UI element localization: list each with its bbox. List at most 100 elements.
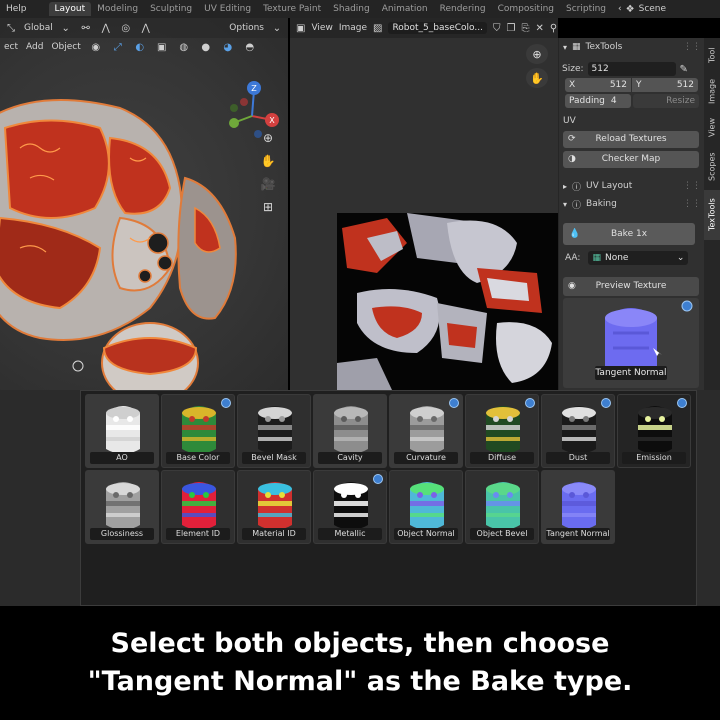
drag-handle-icon[interactable]: ⋮⋮ [683, 181, 705, 191]
addon-badge-icon [601, 398, 611, 408]
snap-icon[interactable]: ⋀ [99, 21, 113, 35]
tab-view[interactable]: View [704, 112, 720, 144]
image-name-field[interactable]: Robot_5_baseColo... [388, 22, 487, 34]
gizmo-icon[interactable]: ⤢ [111, 40, 125, 54]
pin-icon[interactable]: ⚲ [550, 21, 557, 35]
svg-text:Z: Z [251, 84, 257, 93]
padding-field[interactable]: Padding 4 [565, 94, 631, 108]
tab-image[interactable]: Image [704, 72, 720, 110]
bake-mode-emission[interactable]: Emission [617, 394, 691, 468]
reload-textures-button[interactable]: ⟳ Reload Textures [563, 130, 699, 148]
menu-view[interactable]: View [311, 23, 332, 33]
menu-object[interactable]: Object [51, 42, 80, 52]
checker-map-button[interactable]: ◑ Checker Map [563, 150, 699, 168]
tab-compositing[interactable]: Compositing [492, 2, 560, 16]
pan-hand-icon[interactable]: ✋ [526, 68, 548, 88]
y-field[interactable]: Y 512 [632, 78, 698, 92]
shading-solid-icon[interactable]: ● [199, 40, 213, 54]
chevron-down-icon: ▾ [563, 42, 568, 52]
bake-mode-tangent-normal[interactable]: Tangent Normal [541, 470, 615, 544]
tab-textools[interactable]: TexTools [704, 190, 720, 240]
tab-modeling[interactable]: Modeling [91, 2, 144, 16]
image-editor[interactable]: ▣ View Image ▨ Robot_5_baseColo... ⛉ ❐ ⎘… [290, 18, 558, 390]
shading-render-icon[interactable]: ◓ [243, 40, 257, 54]
bake-mode-label: Emission [622, 452, 686, 464]
menu-select[interactable]: ect [4, 42, 18, 52]
close-icon[interactable]: ✕ [535, 21, 543, 35]
zoom-icon[interactable]: ⊕ [258, 128, 278, 148]
tab-layout[interactable]: Layout [48, 2, 92, 16]
bake-mode-metallic[interactable]: Metallic [313, 470, 387, 544]
uv-section-header: UV [559, 114, 705, 128]
tab-uv-editing[interactable]: UV Editing [198, 2, 257, 16]
tab-scripting[interactable]: Scripting [560, 2, 612, 16]
y-label: Y [636, 80, 642, 90]
bake-mode-label: Diffuse [470, 452, 534, 464]
bake-mode-base-color[interactable]: Base Color [161, 394, 235, 468]
resize-button[interactable]: Resize [633, 94, 699, 108]
new-image-icon[interactable]: ⎘ [521, 21, 529, 35]
x-label: X [569, 80, 576, 90]
tab-texture-paint[interactable]: Texture Paint [257, 2, 327, 16]
bake-mode-label: Material ID [242, 528, 306, 540]
tab-animation[interactable]: Animation [376, 2, 434, 16]
visibility-icon[interactable]: ◉ [89, 40, 103, 54]
tab-sculpting[interactable]: Sculpting [144, 2, 198, 16]
size-row: Size: 512 ✎ [559, 62, 705, 76]
xray-icon[interactable]: ▣ [155, 40, 169, 54]
shading-wire-icon[interactable]: ◍ [177, 40, 191, 54]
bake-mode-bevel-mask[interactable]: Bevel Mask [237, 394, 311, 468]
bake-mode-material-id[interactable]: Material ID [237, 470, 311, 544]
bake-mode-dust[interactable]: Dust [541, 394, 615, 468]
3d-viewport[interactable]: ⤡ Global ⌄ ⚯ ⋀ ◎ ⋀ Options ⌄ ect Add Obj… [0, 18, 288, 390]
x-field[interactable]: X 512 [565, 78, 631, 92]
proportional-icon[interactable]: ◎ [119, 21, 133, 35]
drag-handle-icon[interactable]: ⋮⋮ [683, 199, 705, 209]
copy-icon[interactable]: ❐ [506, 21, 515, 35]
bake-mode-object-normal[interactable]: Object Normal [389, 470, 463, 544]
shading-material-icon[interactable]: ◕ [221, 40, 235, 54]
menu-image[interactable]: Image [339, 23, 367, 33]
tab-rendering[interactable]: Rendering [434, 2, 492, 16]
falloff-icon[interactable]: ⋀ [139, 21, 153, 35]
textools-title: TexTools [585, 42, 623, 52]
menu-help[interactable]: Help [0, 4, 33, 14]
bake-mode-element-id[interactable]: Element ID [161, 470, 235, 544]
uv-layout-header[interactable]: ▸ ⓘ UV Layout ⋮⋮ [559, 179, 705, 193]
textools-header[interactable]: ▾ ▦ TexTools ⋮⋮ [559, 40, 705, 54]
bake-mode-label: Base Color [166, 452, 230, 464]
chevron-down-icon: ▾ [563, 199, 568, 209]
tab-scopes[interactable]: Scopes [704, 146, 720, 188]
bake-mode-diffuse[interactable]: Diffuse [465, 394, 539, 468]
pan-hand-icon[interactable]: ✋ [258, 151, 278, 171]
bake-mode-ao[interactable]: AO [85, 394, 159, 468]
tab-shading[interactable]: Shading [327, 2, 376, 16]
grid-icon[interactable]: ⊞ [258, 197, 278, 217]
preview-thumbnail[interactable]: Tangent Normal [563, 298, 699, 388]
camera-icon[interactable]: 🎥 [258, 174, 278, 194]
preview-texture-button[interactable]: ◉ Preview Texture [563, 276, 699, 296]
image-browse-icon[interactable]: ▨ [373, 21, 382, 35]
eyedropper-icon[interactable]: ✎ [680, 64, 688, 75]
pivot-icon[interactable]: ⚯ [79, 21, 93, 35]
scene-selector[interactable]: ‹ ❖ Scene [618, 4, 666, 15]
bake-mode-label: Dust [546, 452, 610, 464]
aa-dropdown[interactable]: ▦ None ⌄ [588, 251, 689, 265]
overlay-icon[interactable]: ◐ [133, 40, 147, 54]
zoom-icon[interactable]: ⊕ [526, 44, 548, 64]
orientation-dropdown[interactable]: Global [24, 23, 53, 33]
bake-mode-glossiness[interactable]: Glossiness [85, 470, 159, 544]
size-dropdown[interactable]: 512 [587, 62, 676, 76]
drag-handle-icon[interactable]: ⋮⋮ [683, 42, 705, 52]
editor-type-icon[interactable]: ▣ [296, 21, 305, 35]
bake-button[interactable]: 💧 Bake 1x [563, 223, 695, 245]
fake-user-icon[interactable]: ⛉ [493, 21, 501, 35]
tab-tool[interactable]: Tool [704, 40, 720, 70]
bake-mode-object-bevel[interactable]: Object Bevel [465, 470, 539, 544]
padding-row: Padding 4 Resize [559, 94, 705, 108]
options-dropdown[interactable]: Options [229, 23, 264, 33]
menu-add[interactable]: Add [26, 42, 43, 52]
bake-mode-cavity[interactable]: Cavity [313, 394, 387, 468]
bake-mode-curvature[interactable]: Curvature [389, 394, 463, 468]
baking-header[interactable]: ▾ ⓘ Baking ⋮⋮ [559, 197, 705, 211]
